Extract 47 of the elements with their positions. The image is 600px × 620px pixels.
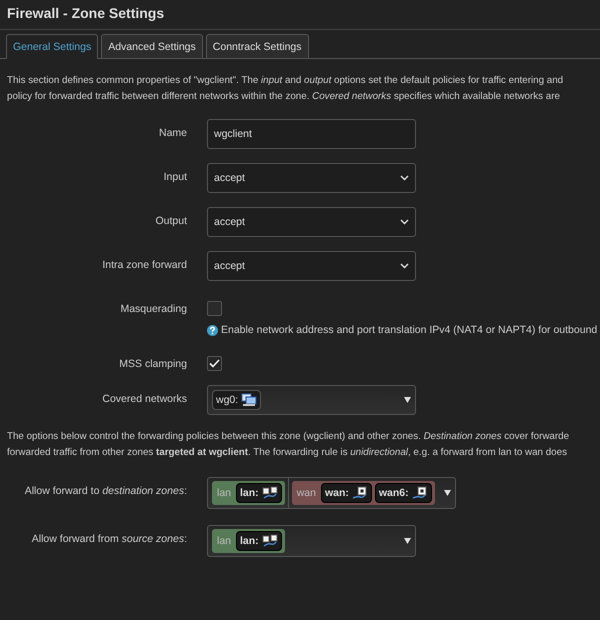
zones-dropdown[interactable]: lan lan: <box>207 525 416 557</box>
zones-dropdown[interactable]: lan lan: wan wan: wan6: <box>207 477 456 509</box>
caret-icon <box>404 397 411 403</box>
field-label: MSS clamping <box>118 357 187 370</box>
network-chip: wg0: <box>212 390 262 410</box>
chevron-icon <box>400 219 409 225</box>
network-port-icon <box>412 486 428 500</box>
description-text: forwarded traffic from other zones targeted at wgclient. The forwarding rule is unidirectional, e.g. a forward from lan to wan does <box>7 446 568 460</box>
field-label: Allow forward to destination zones: <box>24 484 187 497</box>
caret-icon <box>444 490 451 496</box>
description-text: policy for forwarded traffic between different networks within the zone. Covered networks specifies which available networks are <box>7 90 561 104</box>
field-label: Output <box>154 214 187 227</box>
two-monitors-icon <box>262 534 278 548</box>
field-label: Allow forward from source zones: <box>30 532 187 545</box>
help-icon <box>207 324 218 336</box>
tab[interactable]: Conntrack Settings <box>206 34 308 58</box>
checkbox[interactable] <box>207 356 222 371</box>
zone-name: wan <box>296 487 317 499</box>
tab[interactable]: General Settings <box>6 34 98 59</box>
networks-dropdown[interactable]: wg0: <box>207 385 416 415</box>
description-text: This section defines common properties of "wgclient". The input and output options set the default policies for traffic entering and <box>7 74 564 88</box>
network-chip: wan6: <box>374 483 432 503</box>
network-port-icon <box>352 486 368 500</box>
zone-name: lan <box>216 487 232 499</box>
two-monitors-icon <box>262 486 278 500</box>
caret-icon <box>404 538 411 544</box>
field-label: Masquerading <box>119 302 187 315</box>
field-label: Covered networks <box>101 392 187 405</box>
hint-text: Enable network address and port translation IPv4 (NAT4 or NAPT4) for outbound <box>221 324 598 336</box>
name-input[interactable]: wgclient <box>207 119 416 149</box>
description-text: The options below control the forwarding policies between this zone (wgclient) and other zones. Destination zones cover forwarde <box>7 430 570 444</box>
field-label: Name <box>158 126 187 139</box>
select-dropdown[interactable]: accept <box>207 207 416 237</box>
zone-name: lan <box>216 535 232 547</box>
chevron-icon <box>400 175 409 181</box>
network-chip: lan: <box>236 483 282 503</box>
page-title: Firewall - Zone Settings <box>0 0 600 30</box>
select-dropdown[interactable]: accept <box>207 163 416 193</box>
network-chip: wan: <box>320 483 372 503</box>
field-label: Input <box>162 170 187 183</box>
tab[interactable]: Advanced Settings <box>101 34 203 58</box>
network-chip: lan: <box>236 531 282 551</box>
checkbox[interactable] <box>207 301 222 316</box>
field-label: Intra zone forward <box>101 258 187 271</box>
select-dropdown[interactable]: accept <box>207 251 416 281</box>
chevron-icon <box>400 263 409 269</box>
computers-icon <box>241 393 258 407</box>
